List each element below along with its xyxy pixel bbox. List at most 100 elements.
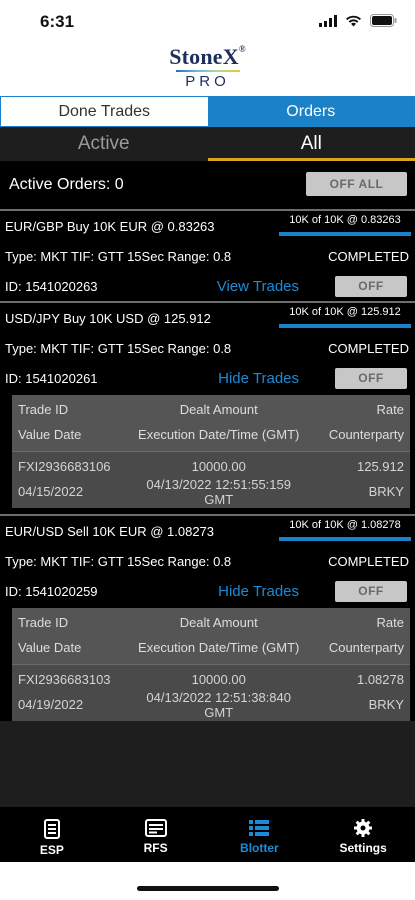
logo-registered-mark: ®	[238, 44, 246, 54]
order-off-button[interactable]: OFF	[335, 276, 407, 297]
value-date: 04/15/2022	[18, 484, 84, 499]
trade-id: FXI2936683103	[18, 672, 111, 687]
fill-text: 10K of 10K @ 125.912	[279, 306, 411, 318]
order-heading: EUR/USD Sell 10K EUR @ 1.08273	[5, 524, 215, 539]
fill-track	[279, 537, 411, 541]
order-card: EUR/GBP Buy 10K EUR @ 0.83263 10K of 10K…	[0, 211, 415, 303]
column-header: Dealt Amount	[179, 615, 258, 630]
rate: 1.08278	[356, 672, 404, 687]
dealt-amount: 10000.00	[191, 672, 246, 687]
signal-icon	[319, 14, 337, 27]
column-header: Execution Date/Time (GMT)	[138, 640, 300, 655]
tab-rfs-label: RFS	[143, 841, 168, 855]
order-heading: USD/JPY Buy 10K USD @ 125.912	[5, 311, 211, 326]
logo-brand: StoneX®	[0, 44, 415, 70]
table-row: FXI2936683103 10000.00 1.08278 04/19/202…	[12, 664, 410, 721]
order-info: Type: MKT TIF: GTT 15Sec Range: 0.8	[5, 249, 232, 264]
column-header: Dealt Amount	[179, 402, 258, 417]
column-header: Counterparty	[328, 427, 404, 442]
value-date: 04/19/2022	[18, 697, 84, 712]
execution-datetime: 04/13/2022 12:51:55:159 GMT	[146, 476, 291, 507]
column-header: Value Date	[18, 427, 82, 442]
fill-indicator: 10K of 10K @ 0.83263	[279, 212, 411, 239]
tab-active[interactable]: Active	[0, 127, 208, 161]
column-header: Trade ID	[18, 402, 69, 417]
tab-blotter[interactable]: Blotter	[208, 807, 312, 862]
fill-track	[279, 232, 411, 236]
battery-icon	[370, 14, 397, 27]
status-time: 6:31	[40, 12, 75, 31]
fill-indicator: 10K of 10K @ 125.912	[279, 304, 411, 331]
view-trades-link[interactable]: View Trades	[217, 278, 299, 295]
status-bar: 6:31	[0, 0, 415, 42]
logo-color-bar	[175, 70, 240, 72]
orders-panel: Active All Active Orders: 0 OFF ALL EUR/…	[0, 127, 415, 807]
trade-id: FXI2936683106	[18, 459, 111, 474]
fill-bar	[279, 537, 411, 541]
tab-done-trades[interactable]: Done Trades	[1, 97, 208, 126]
rate: 125.912	[356, 459, 404, 474]
column-header: Rate	[376, 615, 404, 630]
trades-table: Trade ID Dealt Amount Rate Value Date Ex…	[12, 395, 410, 508]
table-row: FXI2936683106 10000.00 125.912 04/15/202…	[12, 451, 410, 508]
column-header: Value Date	[18, 640, 82, 655]
counterparty: BRKY	[368, 484, 404, 499]
rfs-icon	[144, 819, 167, 837]
order-card: EUR/USD Sell 10K EUR @ 1.08273 10K of 10…	[0, 516, 415, 721]
top-segmented-control: Done Trades Orders	[0, 96, 415, 127]
active-orders-count: Active Orders: 0	[9, 176, 124, 193]
home-indicator-area	[0, 862, 415, 900]
order-heading: EUR/GBP Buy 10K EUR @ 0.83263	[5, 219, 215, 234]
tab-esp[interactable]: ESP	[0, 807, 104, 862]
tab-settings[interactable]: Settings	[311, 807, 415, 862]
order-status: COMPLETED	[328, 341, 409, 356]
bottom-tab-bar: ESP RFS Blotter Settings	[0, 807, 415, 862]
off-all-button[interactable]: OFF ALL	[306, 172, 407, 196]
trades-header: Trade ID Dealt Amount Rate Value Date Ex…	[12, 395, 410, 451]
counterparty: BRKY	[368, 697, 404, 712]
tab-all[interactable]: All	[207, 127, 415, 161]
tab-blotter-label: Blotter	[240, 841, 279, 855]
order-status: COMPLETED	[328, 554, 409, 569]
fill-bar	[279, 232, 411, 236]
filter-tabs: Active All	[0, 127, 415, 161]
trades-table: Trade ID Dealt Amount Rate Value Date Ex…	[12, 608, 410, 721]
column-header: Rate	[376, 402, 404, 417]
tab-rfs[interactable]: RFS	[104, 807, 208, 862]
status-icons	[319, 14, 397, 27]
dealt-amount: 10000.00	[191, 459, 246, 474]
fill-text: 10K of 10K @ 1.08278	[279, 519, 411, 531]
fill-track	[279, 324, 411, 328]
home-indicator[interactable]	[137, 886, 279, 891]
app-logo: StoneX® PRO	[0, 44, 415, 94]
esp-icon	[43, 819, 60, 839]
order-id: ID: 1541020263	[5, 279, 98, 294]
order-card: USD/JPY Buy 10K USD @ 125.912 10K of 10K…	[0, 303, 415, 516]
order-id: ID: 1541020261	[5, 371, 98, 386]
active-orders-summary: Active Orders: 0 OFF ALL	[0, 161, 415, 211]
trades-header: Trade ID Dealt Amount Rate Value Date Ex…	[12, 608, 410, 664]
hide-trades-link[interactable]: Hide Trades	[218, 370, 299, 387]
wifi-icon	[346, 15, 361, 26]
column-header: Trade ID	[18, 615, 69, 630]
hide-trades-link[interactable]: Hide Trades	[218, 583, 299, 600]
gear-icon	[354, 819, 373, 837]
tab-orders[interactable]: Orders	[207, 97, 414, 126]
fill-text: 10K of 10K @ 0.83263	[279, 214, 411, 226]
execution-datetime: 04/13/2022 12:51:38:840 GMT	[146, 689, 291, 720]
order-id: ID: 1541020259	[5, 584, 98, 599]
order-off-button[interactable]: OFF	[335, 368, 407, 389]
logo-sub: PRO	[185, 73, 230, 90]
order-off-button[interactable]: OFF	[335, 581, 407, 602]
blotter-icon	[249, 820, 270, 836]
order-info: Type: MKT TIF: GTT 15Sec Range: 0.8	[5, 341, 232, 356]
fill-indicator: 10K of 10K @ 1.08278	[279, 517, 411, 544]
order-info: Type: MKT TIF: GTT 15Sec Range: 0.8	[5, 554, 232, 569]
order-status: COMPLETED	[328, 249, 409, 264]
fill-bar	[279, 324, 411, 328]
tab-settings-label: Settings	[339, 841, 387, 855]
tab-esp-label: ESP	[39, 843, 64, 857]
column-header: Counterparty	[328, 640, 404, 655]
logo-brand-text: StoneX	[169, 44, 239, 69]
column-header: Execution Date/Time (GMT)	[138, 427, 300, 442]
